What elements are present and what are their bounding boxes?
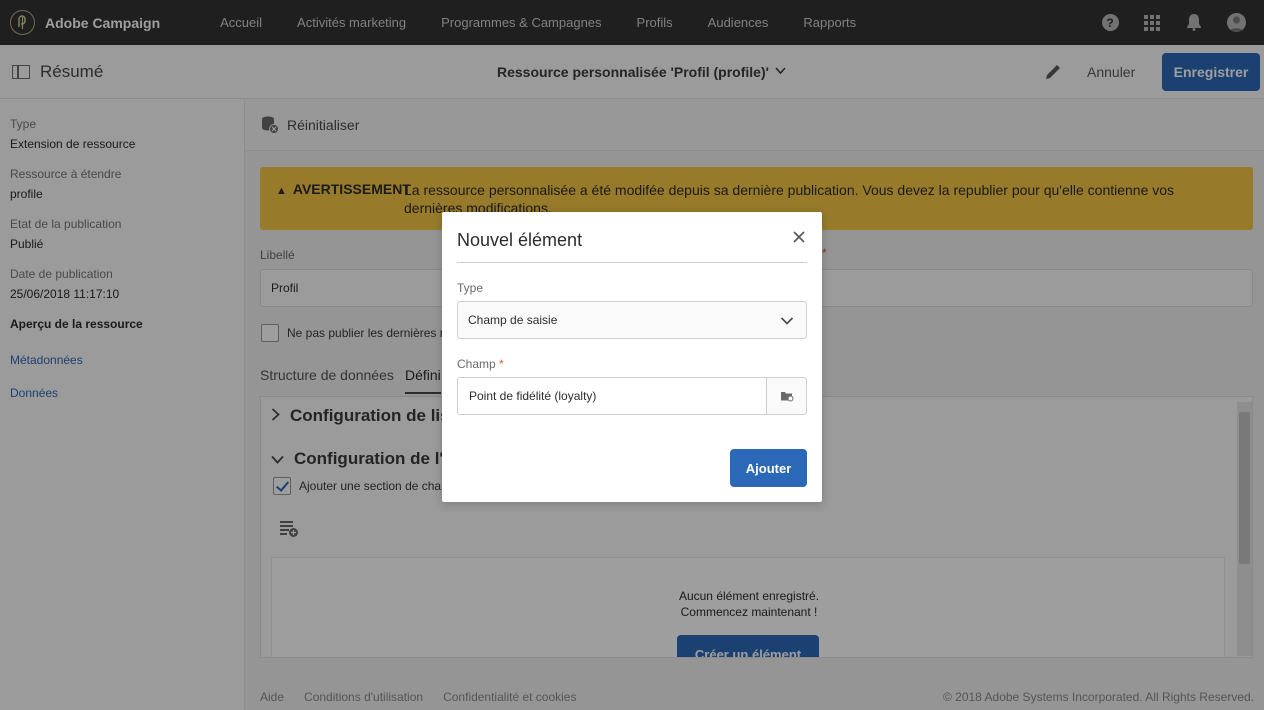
new-element-dialog: Nouvel élément Type Champ de saisie Cham… [442, 212, 822, 502]
folder-search-icon [780, 392, 793, 402]
add-button[interactable]: Ajouter [730, 449, 807, 487]
type-select-value: Champ de saisie [468, 313, 558, 327]
browse-field-button[interactable] [766, 377, 807, 415]
close-icon[interactable] [792, 230, 808, 246]
type-field-label: Type [457, 281, 484, 295]
champ-field-label: Champ * [457, 357, 504, 371]
dialog-divider [457, 262, 807, 263]
chevron-down-icon [780, 314, 794, 328]
dialog-title: Nouvel élément [457, 230, 583, 250]
type-select[interactable]: Champ de saisie [457, 301, 807, 339]
champ-input[interactable]: Point de fidélité (loyalty) [457, 377, 767, 415]
